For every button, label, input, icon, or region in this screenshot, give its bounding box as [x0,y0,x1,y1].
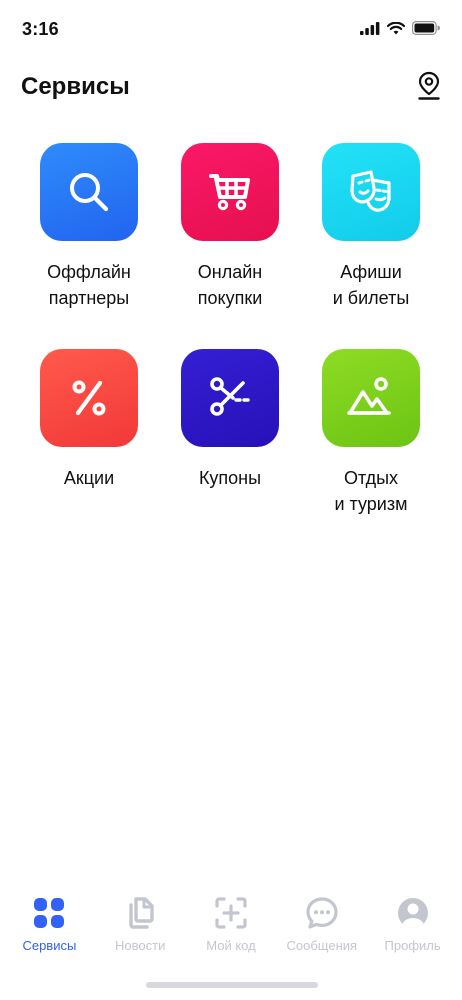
tile-label: Онлайн покупки [197,262,263,308]
tile-label: Купоны [198,468,262,488]
status-bar: 3:16 [0,0,462,60]
page-title: Сервисы [21,73,130,100]
tab-icon [395,895,431,931]
tile-icon-bg [40,349,138,447]
tile-promotions[interactable]: Акции [19,349,159,491]
tile-online-shopping[interactable]: Онлайн покупки [160,143,300,311]
tab-my-code[interactable]: Мой код [186,895,276,965]
tab-icon [304,895,340,931]
tile-icon-bg [40,143,138,241]
scissors-icon [210,377,250,416]
tab-icon [31,895,67,931]
grid-icon [34,898,65,928]
tile-icon-bg [181,349,279,447]
tile-coupons[interactable]: Купоны [160,349,300,491]
location-button[interactable] [416,70,442,102]
qr-add-icon [215,897,247,929]
tile-icon-bg [322,143,420,241]
tab-label: Сервисы [22,938,77,953]
news-icon [129,897,154,929]
mountains-icon [347,377,391,415]
location-pin-icon [418,71,440,100]
theater-masks-icon [350,170,391,212]
tab-label: Мой код [206,938,256,953]
chat-icon [306,897,338,929]
status-time: 3:16 [22,19,59,39]
percent-icon [72,380,106,416]
status-icons [360,21,440,35]
cellular-signal-icon [360,21,380,35]
cart-icon [209,174,250,211]
wifi-icon [387,21,405,34]
tab-label: Профиль [384,938,441,953]
tile-posters-tickets[interactable]: Афиши и билеты [301,143,441,311]
tile-label: Оффлайн партнеры [47,262,131,308]
tile-icon-bg [181,143,279,241]
profile-icon [397,898,428,928]
bottom-tab-bar: Сервисы Новости Мой код Сообщения Профил… [0,895,462,965]
tab-icon [213,895,249,931]
home-indicator[interactable] [146,982,318,988]
search-icon [70,173,109,212]
tab-icon [122,895,158,931]
tab-label: Сообщения [286,938,358,953]
tile-icon-bg [322,349,420,447]
tab-messages[interactable]: Сообщения [277,895,367,965]
tab-services[interactable]: Сервисы [4,895,94,965]
tab-profile[interactable]: Профиль [368,895,458,965]
tile-offline-partners[interactable]: Оффлайн партнеры [19,143,159,311]
tab-label: Новости [115,938,166,953]
tile-label: Афиши и билеты [332,262,410,308]
battery-icon [412,21,440,35]
tile-label: Акции [63,468,115,488]
tile-travel-tourism[interactable]: Отдых и туризм [301,349,441,517]
tile-label: Отдых и туризм [334,468,408,514]
header: Сервисы [0,60,462,116]
tab-news[interactable]: Новости [95,895,185,965]
